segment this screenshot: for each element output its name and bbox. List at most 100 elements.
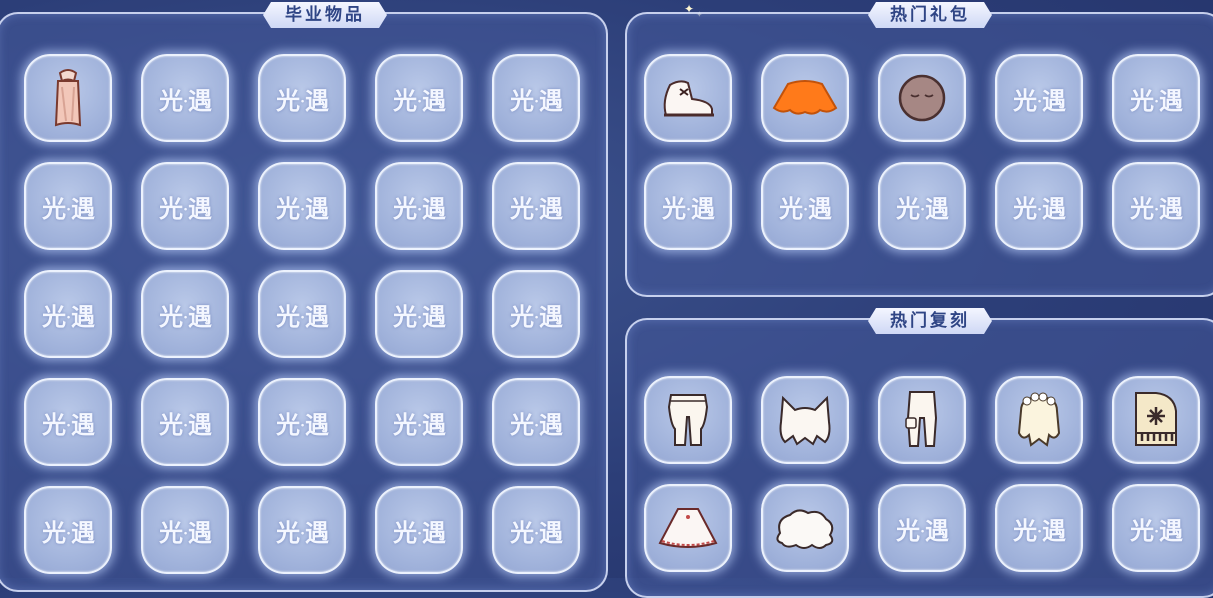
sky-logo-placeholder-icon: 光·遇: [1013, 189, 1066, 224]
sky-logo-placeholder-icon: 光·遇: [276, 297, 329, 332]
logo-dot: ·: [1154, 93, 1159, 110]
graduation-empty-slot[interactable]: 光·遇: [141, 378, 229, 466]
sky-logo-placeholder-icon: 光·遇: [276, 189, 329, 224]
graduation-empty-slot[interactable]: 光·遇: [492, 378, 580, 466]
logo-char-right: 遇: [70, 193, 95, 223]
logo-char-right: 遇: [187, 85, 212, 115]
logo-char-right: 遇: [421, 193, 446, 223]
logo-char-left: 光: [393, 517, 417, 547]
hot-gift-item-slot[interactable]: [878, 54, 966, 142]
hot-rerun-item-slot[interactable]: [995, 376, 1083, 464]
hot-gift-empty-slot[interactable]: 光·遇: [995, 162, 1083, 250]
hot-rerun-empty-slot[interactable]: 光·遇: [995, 484, 1083, 572]
logo-char-left: 光: [159, 409, 183, 439]
graduation-empty-slot[interactable]: 光·遇: [258, 486, 346, 574]
logo-char-right: 遇: [70, 517, 95, 547]
hot-gift-empty-slot[interactable]: 光·遇: [761, 162, 849, 250]
logo-char-right: 遇: [187, 301, 212, 331]
graduation-empty-slot[interactable]: 光·遇: [492, 54, 580, 142]
hot-gift-item-slot[interactable]: [644, 54, 732, 142]
logo-dot: ·: [66, 201, 71, 218]
graduation-empty-slot[interactable]: 光·遇: [375, 486, 463, 574]
hot-gift-item-slot[interactable]: [761, 54, 849, 142]
graduation-empty-slot[interactable]: 光·遇: [492, 162, 580, 250]
graduation-items-panel: 毕业物品 光·遇 光·遇 光·遇 光·遇 光·遇 光·遇 光·遇 光·遇 光·遇 光·遇 光·遇 光·…: [0, 12, 608, 592]
sky-logo-placeholder-icon: 光·遇: [393, 297, 446, 332]
graduation-empty-slot[interactable]: 光·遇: [141, 486, 229, 574]
cat-ears-hair-icon: [775, 392, 835, 448]
logo-char-left: 光: [510, 517, 534, 547]
hot-rerun-item-slot[interactable]: [761, 484, 849, 572]
logo-char-left: 光: [1130, 85, 1154, 115]
logo-char-right: 遇: [538, 85, 563, 115]
graduation-empty-slot[interactable]: 光·遇: [375, 378, 463, 466]
graduation-empty-slot[interactable]: 光·遇: [141, 162, 229, 250]
sky-logo-placeholder-icon: 光·遇: [393, 81, 446, 116]
logo-char-right: 遇: [304, 409, 329, 439]
logo-char-left: 光: [276, 193, 300, 223]
hot-gift-empty-slot[interactable]: 光·遇: [1112, 54, 1200, 142]
graduation-empty-slot[interactable]: 光·遇: [24, 486, 112, 574]
logo-char-right: 遇: [70, 301, 95, 331]
logo-char-right: 遇: [421, 301, 446, 331]
logo-char-left: 光: [1013, 193, 1037, 223]
logo-char-right: 遇: [538, 517, 563, 547]
graduation-empty-slot[interactable]: 光·遇: [375, 270, 463, 358]
logo-dot: ·: [920, 523, 925, 540]
hot-rerun-item-slot[interactable]: [761, 376, 849, 464]
sky-logo-placeholder-icon: 光·遇: [896, 189, 949, 224]
logo-char-right: 遇: [1158, 515, 1183, 545]
hot-gift-empty-slot[interactable]: 光·遇: [644, 162, 732, 250]
shoe-icon: [658, 75, 718, 121]
graduation-empty-slot[interactable]: 光·遇: [24, 162, 112, 250]
hot-gift-empty-slot[interactable]: 光·遇: [1112, 162, 1200, 250]
logo-dot: ·: [534, 525, 539, 542]
hot-reruns-panel: 热门复刻 光·遇 光·遇 光·遇: [625, 318, 1213, 598]
graduation-empty-slot[interactable]: 光·遇: [258, 270, 346, 358]
hot-rerun-empty-slot[interactable]: 光·遇: [1112, 484, 1200, 572]
sky-logo-placeholder-icon: 光·遇: [159, 513, 212, 548]
hot-rerun-empty-slot[interactable]: 光·遇: [878, 484, 966, 572]
sky-logo-placeholder-icon: 光·遇: [510, 81, 563, 116]
graduation-item-slot[interactable]: [24, 54, 112, 142]
logo-char-right: 遇: [304, 301, 329, 331]
graduation-empty-slot[interactable]: 光·遇: [24, 378, 112, 466]
graduation-empty-slot[interactable]: 光·遇: [375, 162, 463, 250]
graduation-empty-slot[interactable]: 光·遇: [141, 54, 229, 142]
sky-logo-placeholder-icon: 光·遇: [159, 297, 212, 332]
sky-logo-placeholder-icon: 光·遇: [42, 189, 95, 224]
hot-rerun-item-slot[interactable]: [878, 376, 966, 464]
graduation-empty-slot[interactable]: 光·遇: [375, 54, 463, 142]
sky-logo-placeholder-icon: 光·遇: [393, 405, 446, 440]
logo-dot: ·: [1037, 523, 1042, 540]
logo-char-right: 遇: [807, 193, 832, 223]
graduation-empty-slot[interactable]: 光·遇: [141, 270, 229, 358]
graduation-empty-slot[interactable]: 光·遇: [258, 162, 346, 250]
graduation-empty-slot[interactable]: 光·遇: [24, 270, 112, 358]
hot-gift-empty-slot[interactable]: 光·遇: [878, 162, 966, 250]
graduation-empty-slot[interactable]: 光·遇: [258, 378, 346, 466]
graduation-empty-slot[interactable]: 光·遇: [492, 270, 580, 358]
pants-icon: [663, 389, 713, 451]
logo-char-right: 遇: [1041, 85, 1066, 115]
logo-char-left: 光: [896, 515, 920, 545]
logo-char-left: 光: [1013, 515, 1037, 545]
logo-char-right: 遇: [421, 409, 446, 439]
hot-reruns-title: 热门复刻: [868, 308, 992, 334]
graduation-empty-slot[interactable]: 光·遇: [492, 486, 580, 574]
logo-dot: ·: [66, 525, 71, 542]
logo-dot: ·: [1037, 93, 1042, 110]
poncho-cape-icon: [656, 503, 720, 553]
sky-logo-placeholder-icon: 光·遇: [159, 189, 212, 224]
hot-rerun-item-slot[interactable]: [1112, 376, 1200, 464]
graduation-empty-slot[interactable]: 光·遇: [258, 54, 346, 142]
sky-logo-placeholder-icon: 光·遇: [779, 189, 832, 224]
logo-dot: ·: [417, 309, 422, 326]
hot-rerun-item-slot[interactable]: [644, 376, 732, 464]
logo-char-right: 遇: [690, 193, 715, 223]
hot-rerun-item-slot[interactable]: [644, 484, 732, 572]
logo-dot: ·: [417, 525, 422, 542]
graduation-items-title: 毕业物品: [263, 2, 387, 28]
hot-gift-empty-slot[interactable]: 光·遇: [995, 54, 1083, 142]
sky-logo-placeholder-icon: 光·遇: [1130, 511, 1183, 546]
